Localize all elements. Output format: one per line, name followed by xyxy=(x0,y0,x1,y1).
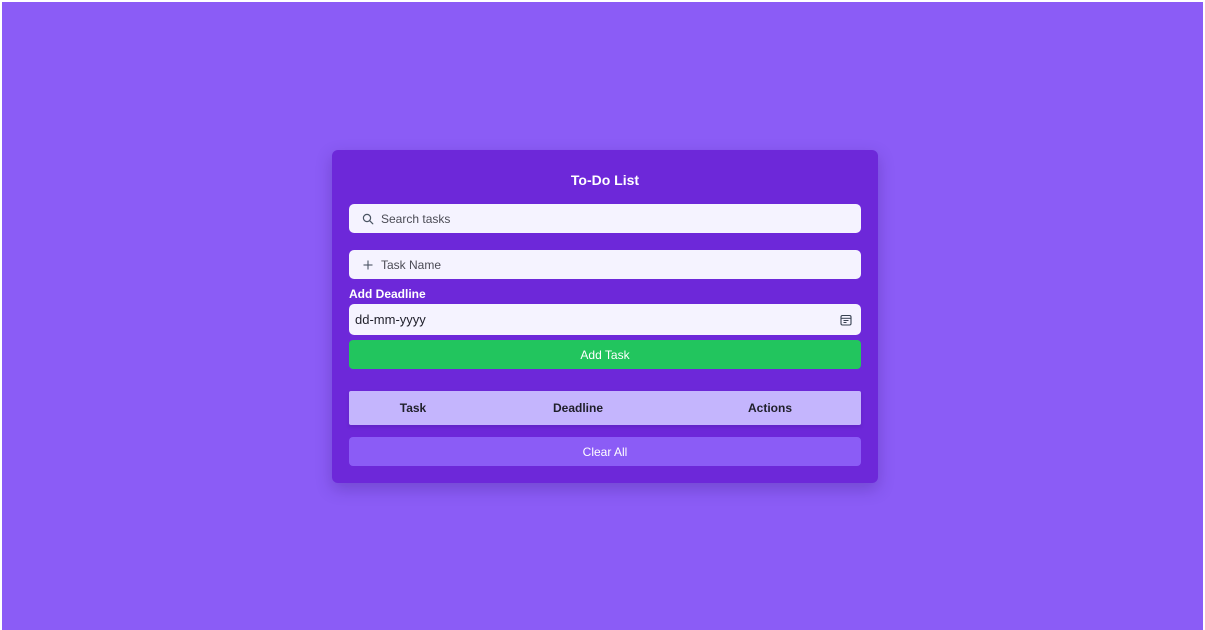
column-header-task: Task xyxy=(399,401,427,415)
task-name-input[interactable]: Task Name xyxy=(349,250,861,279)
search-placeholder: Search tasks xyxy=(381,211,451,226)
deadline-label: Add Deadline xyxy=(349,287,426,301)
task-table-header: Task Deadline Actions xyxy=(349,391,861,425)
column-header-actions: Actions xyxy=(747,401,792,415)
todo-card: To-Do List Search tasks Task Name Add De… xyxy=(332,150,878,483)
plus-icon xyxy=(361,258,375,272)
page-title: To-Do List xyxy=(570,172,640,188)
search-input[interactable]: Search tasks xyxy=(349,204,861,233)
clear-all-button[interactable]: Clear All xyxy=(349,437,861,466)
deadline-date-value: dd-mm-yyyy xyxy=(355,312,426,327)
search-icon xyxy=(361,212,375,226)
add-task-button[interactable]: Add Task xyxy=(349,340,861,369)
deadline-date-input[interactable]: dd-mm-yyyy xyxy=(349,304,861,335)
column-header-deadline: Deadline xyxy=(552,401,603,415)
calendar-icon[interactable] xyxy=(839,313,853,327)
page-background: To-Do List Search tasks Task Name Add De… xyxy=(2,2,1203,630)
task-name-placeholder: Task Name xyxy=(381,257,442,272)
